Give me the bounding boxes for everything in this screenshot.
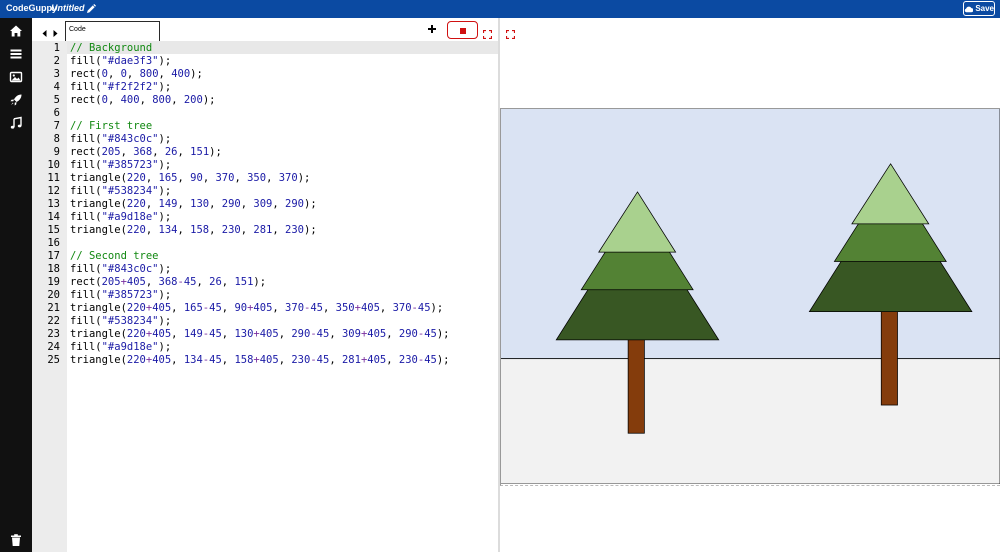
- line-number: 12: [47, 185, 60, 197]
- line-number: 14: [47, 211, 60, 223]
- stop-button[interactable]: [447, 21, 478, 39]
- stop-icon: [460, 28, 466, 34]
- chevron-right-icon[interactable]: [51, 25, 59, 37]
- line-number: 1: [53, 42, 60, 54]
- menu-icon[interactable]: [9, 47, 23, 61]
- code-line[interactable]: rect(205+405, 368-45, 26, 151);: [70, 276, 266, 289]
- line-number: 24: [47, 341, 60, 353]
- line-number: 10: [47, 159, 60, 171]
- code-line[interactable]: triangle(220, 165, 90, 370, 350, 370);: [70, 172, 310, 185]
- ground-background: [500, 358, 1000, 484]
- code-line[interactable]: fill("#385723");: [70, 289, 171, 302]
- code-line[interactable]: fill("#385723");: [70, 159, 171, 172]
- line-number: 5: [53, 94, 60, 106]
- app-brand[interactable]: CodeGuppy: [6, 3, 57, 13]
- output-fullscreen-icon[interactable]: [505, 26, 516, 40]
- code-line[interactable]: // First tree: [70, 120, 152, 133]
- chevron-left-icon[interactable]: [41, 25, 49, 37]
- line-number: 20: [47, 289, 60, 301]
- code-line[interactable]: rect(205, 368, 26, 151);: [70, 146, 222, 159]
- top-bar: CodeGuppy Untitled Save: [0, 0, 1000, 18]
- code-line[interactable]: fill("#538234");: [70, 315, 171, 328]
- pencil-icon[interactable]: [86, 2, 96, 14]
- code-line[interactable]: triangle(220+405, 149-45, 130+405, 290-4…: [70, 328, 450, 341]
- code-line[interactable]: triangle(220+405, 134-45, 158+405, 230-4…: [70, 354, 450, 367]
- code-line[interactable]: // Background: [70, 42, 152, 55]
- document-title[interactable]: Untitled: [51, 3, 85, 13]
- code-line[interactable]: triangle(220+405, 165-45, 90+405, 370-45…: [70, 302, 443, 315]
- add-tab-button[interactable]: [427, 23, 437, 35]
- cloud-icon: [964, 6, 974, 12]
- line-number-gutter: 1 2 3 4 5 6 7 8 9 10 11 12 13 14 15 16 17 18 19 20 21 22 23 24 2…: [32, 41, 67, 552]
- line-number: 19: [47, 276, 60, 288]
- line-number: 25: [47, 354, 60, 366]
- code-line[interactable]: fill("#a9d18e");: [70, 211, 171, 224]
- code-line[interactable]: rect(0, 0, 800, 400);: [70, 68, 203, 81]
- plus-icon: [428, 25, 436, 33]
- line-number: 18: [47, 263, 60, 275]
- line-number: 16: [47, 237, 60, 249]
- rocket-icon[interactable]: [9, 93, 23, 107]
- trash-icon[interactable]: [9, 533, 23, 547]
- image-icon[interactable]: [9, 70, 23, 84]
- save-label: Save: [975, 4, 994, 13]
- line-number: 17: [47, 250, 60, 262]
- code-line[interactable]: fill("#538234");: [70, 185, 171, 198]
- output-pane: [500, 18, 1000, 552]
- line-number: 2: [53, 55, 60, 67]
- line-number: 22: [47, 315, 60, 327]
- code-line[interactable]: triangle(220, 149, 130, 290, 309, 290);: [70, 198, 317, 211]
- tab-code[interactable]: Code: [65, 21, 160, 41]
- editor-tab-bar: Code: [32, 18, 499, 41]
- tree-2-trunk: [880, 310, 898, 406]
- line-number: 15: [47, 224, 60, 236]
- code-line[interactable]: fill("#dae3f3");: [70, 55, 171, 68]
- code-line[interactable]: triangle(220, 134, 158, 230, 281, 230);: [70, 224, 317, 237]
- save-button[interactable]: Save: [963, 1, 995, 16]
- code-line[interactable]: fill("#f2f2f2");: [70, 81, 171, 94]
- code-editor[interactable]: // Background fill("#dae3f3"); rect(0, 0, …: [67, 41, 498, 552]
- sidebar: [0, 18, 32, 552]
- fullscreen-icon[interactable]: [482, 26, 493, 40]
- output-canvas[interactable]: [500, 108, 1000, 484]
- line-number: 13: [47, 198, 60, 210]
- code-line[interactable]: rect(0, 400, 800, 200);: [70, 94, 215, 107]
- line-number: 7: [53, 120, 60, 132]
- line-number: 21: [47, 302, 60, 314]
- code-line[interactable]: fill("#843c0c");: [70, 263, 171, 276]
- line-number: 11: [47, 172, 60, 184]
- line-number: 9: [53, 146, 60, 158]
- home-icon[interactable]: [9, 24, 23, 38]
- line-number: 4: [53, 81, 60, 93]
- code-line[interactable]: fill("#a9d18e");: [70, 341, 171, 354]
- tree-1-trunk: [627, 338, 645, 434]
- code-line[interactable]: // Second tree: [70, 250, 159, 263]
- line-number: 23: [47, 328, 60, 340]
- line-number: 8: [53, 133, 60, 145]
- line-number: 3: [53, 68, 60, 80]
- line-number: 6: [53, 107, 60, 119]
- code-line[interactable]: fill("#843c0c");: [70, 133, 171, 146]
- music-icon[interactable]: [9, 116, 23, 130]
